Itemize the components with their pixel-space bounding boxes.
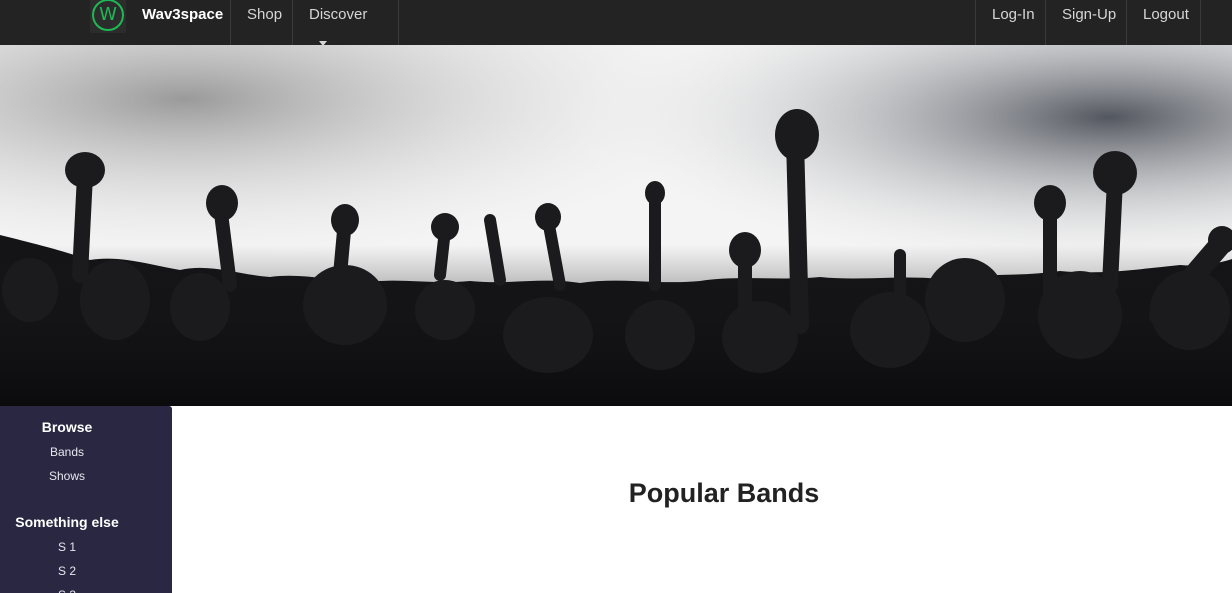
nav-login-label: Log-In [992, 6, 1035, 23]
nav-signup-label: Sign-Up [1062, 6, 1117, 23]
sidebar-item-shows[interactable]: Shows [0, 469, 134, 483]
nav-logout-label: Logout [1143, 6, 1189, 23]
nav-login-link[interactable]: Log-In [975, 0, 1051, 45]
nav-discover-dropdown[interactable]: Discover [292, 0, 399, 46]
nav-logout-link[interactable]: Logout [1126, 0, 1201, 45]
sidebar-item-bands[interactable]: Bands [0, 445, 134, 459]
nav-shop-label: Shop [247, 6, 283, 23]
nav-discover-label: Discover [309, 6, 368, 23]
page-title: Popular Bands [628, 478, 820, 508]
sidebar-item-s1[interactable]: S 1 [0, 540, 134, 554]
sidebar-heading-something-else: Something else [15, 514, 119, 530]
brand-logo-icon[interactable]: W [90, 0, 126, 33]
nav-shop-link[interactable]: Shop [230, 0, 298, 45]
sidebar-heading-browse: Browse [41, 419, 93, 435]
concert-crowd-image [0, 45, 1232, 406]
sidebar-item-s2[interactable]: S 2 [0, 564, 134, 578]
top-navbar: W Wav3space Shop Discover Log-In Sign-Up… [0, 0, 1232, 46]
sidebar-item-s3[interactable]: S 3 [0, 588, 134, 593]
brand-name[interactable]: Wav3space [142, 0, 223, 30]
browse-sidebar: Browse Bands Shows Something else S 1 S … [0, 406, 172, 593]
logo-letter: W [92, 0, 124, 31]
hero-concert-image [0, 45, 1232, 406]
nav-signup-link[interactable]: Sign-Up [1045, 0, 1132, 45]
